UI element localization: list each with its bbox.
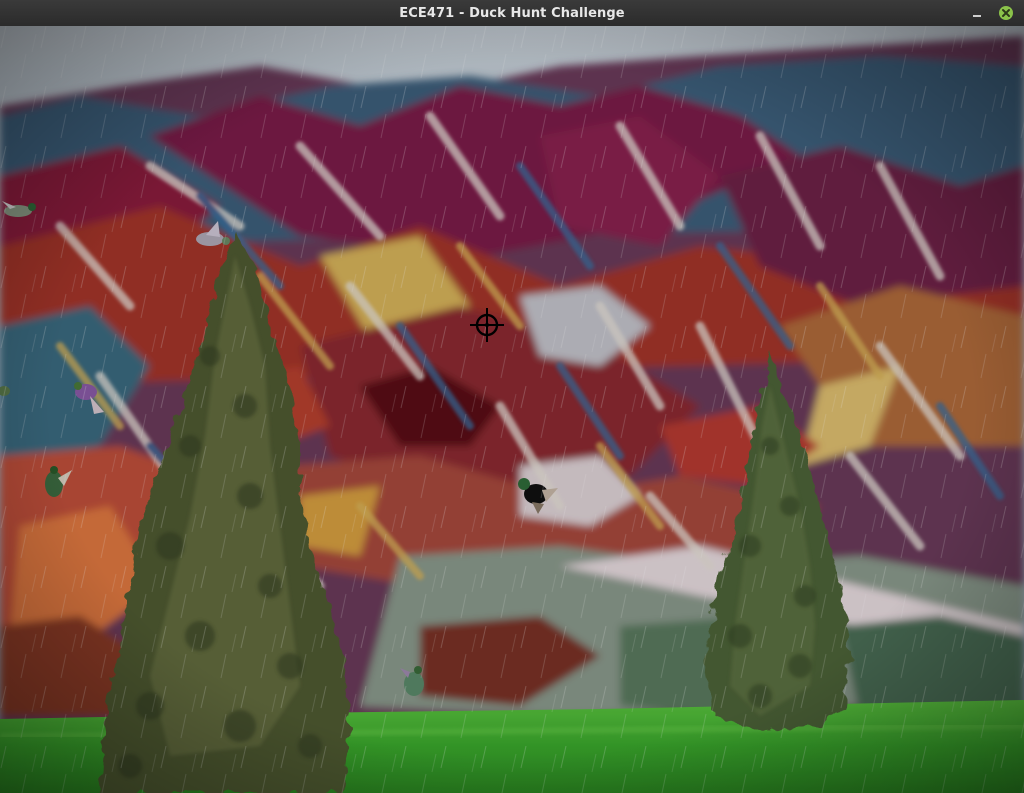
- game-window: ECE471 - Duck Hunt Challenge: [0, 0, 1024, 793]
- minimize-icon[interactable]: [968, 4, 986, 22]
- game-scene[interactable]: [0, 26, 1024, 793]
- close-icon[interactable]: [997, 4, 1015, 22]
- title-bar[interactable]: ECE471 - Duck Hunt Challenge: [0, 0, 1024, 27]
- window-title: ECE471 - Duck Hunt Challenge: [399, 5, 625, 21]
